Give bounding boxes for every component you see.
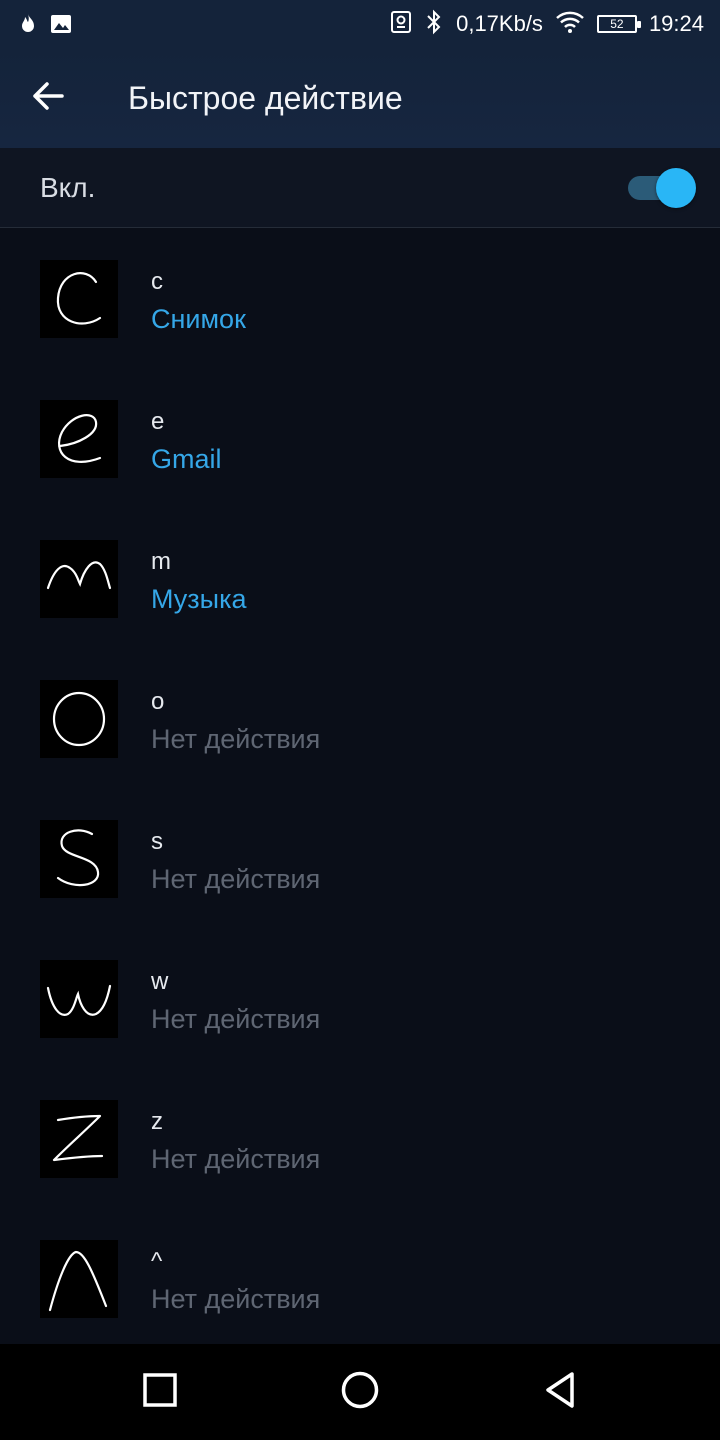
gesture-z-icon xyxy=(40,1100,118,1178)
gesture-action: Нет действия xyxy=(151,864,321,894)
gesture-e-icon xyxy=(40,400,118,478)
gesture-s-icon xyxy=(40,820,118,898)
system-back-button[interactable] xyxy=(536,1368,584,1416)
home-button[interactable] xyxy=(336,1368,384,1416)
back-button[interactable] xyxy=(24,74,72,122)
page-title: Быстрое действие xyxy=(128,80,403,116)
gesture-letter: w xyxy=(151,968,169,995)
battery-level: 52 xyxy=(610,17,624,31)
gesture-list: c Снимок e Gmail m Музыка o Нет действия… xyxy=(0,228,720,1344)
gesture-o-icon xyxy=(40,680,118,758)
gesture-letter: m xyxy=(151,548,171,575)
clock: 19:24 xyxy=(648,11,704,36)
recent-apps-button[interactable] xyxy=(136,1368,184,1416)
gesture-w-icon xyxy=(40,960,118,1038)
app-bar: Быстрое действие xyxy=(0,48,720,148)
gesture-item-z[interactable]: z Нет действия xyxy=(0,1068,720,1208)
gesture-letter: s xyxy=(151,828,163,855)
gesture-m-icon xyxy=(40,540,118,618)
status-left-icons xyxy=(16,12,72,41)
navigation-bar xyxy=(0,1344,720,1440)
gesture-letter: o xyxy=(151,688,165,715)
gesture-c-icon xyxy=(40,260,118,338)
gesture-item-s[interactable]: s Нет действия xyxy=(0,788,720,928)
battery-icon: 52 xyxy=(596,15,641,33)
gesture-item-e[interactable]: e Gmail xyxy=(0,368,720,508)
arrow-back-icon xyxy=(30,78,66,119)
status-right-icons: 0,17Kb/s 52 19:24 xyxy=(390,8,704,40)
gesture-action: Gmail xyxy=(151,444,222,474)
wifi-icon xyxy=(555,10,585,39)
gesture-item-c[interactable]: c Снимок xyxy=(0,228,720,368)
flame-icon xyxy=(16,12,40,41)
enable-toggle-row: Вкл. xyxy=(0,148,720,228)
gesture-action: Нет действия xyxy=(151,1004,321,1034)
status-bar: 0,17Kb/s 52 19:24 xyxy=(0,0,720,48)
gesture-action: Музыка xyxy=(151,584,247,614)
gesture-action: Нет действия xyxy=(151,724,321,754)
gesture-action: Нет действия xyxy=(151,1284,321,1314)
gesture-item-w[interactable]: w Нет действия xyxy=(0,928,720,1068)
switch-thumb xyxy=(656,168,696,208)
gesture-item-o[interactable]: o Нет действия xyxy=(0,648,720,788)
gesture-item-caret[interactable]: ^ Нет действия xyxy=(0,1208,720,1348)
toggle-label: Вкл. xyxy=(40,172,96,203)
gesture-action: Снимок xyxy=(151,304,246,334)
bluetooth-icon xyxy=(424,9,444,40)
gesture-letter: c xyxy=(151,268,163,295)
back-triangle-icon xyxy=(542,1370,578,1415)
image-icon xyxy=(50,13,72,40)
home-icon xyxy=(340,1370,380,1415)
gesture-letter: e xyxy=(151,408,165,435)
network-speed: 0,17Kb/s xyxy=(456,11,543,36)
gesture-letter: z xyxy=(151,1108,163,1135)
recent-apps-icon xyxy=(142,1372,178,1413)
vpn-key-icon xyxy=(390,10,412,39)
gesture-caret-icon xyxy=(40,1240,118,1318)
enable-switch[interactable] xyxy=(628,168,696,208)
gesture-letter: ^ xyxy=(151,1248,163,1275)
gesture-action: Нет действия xyxy=(151,1144,321,1174)
gesture-item-m[interactable]: m Музыка xyxy=(0,508,720,648)
